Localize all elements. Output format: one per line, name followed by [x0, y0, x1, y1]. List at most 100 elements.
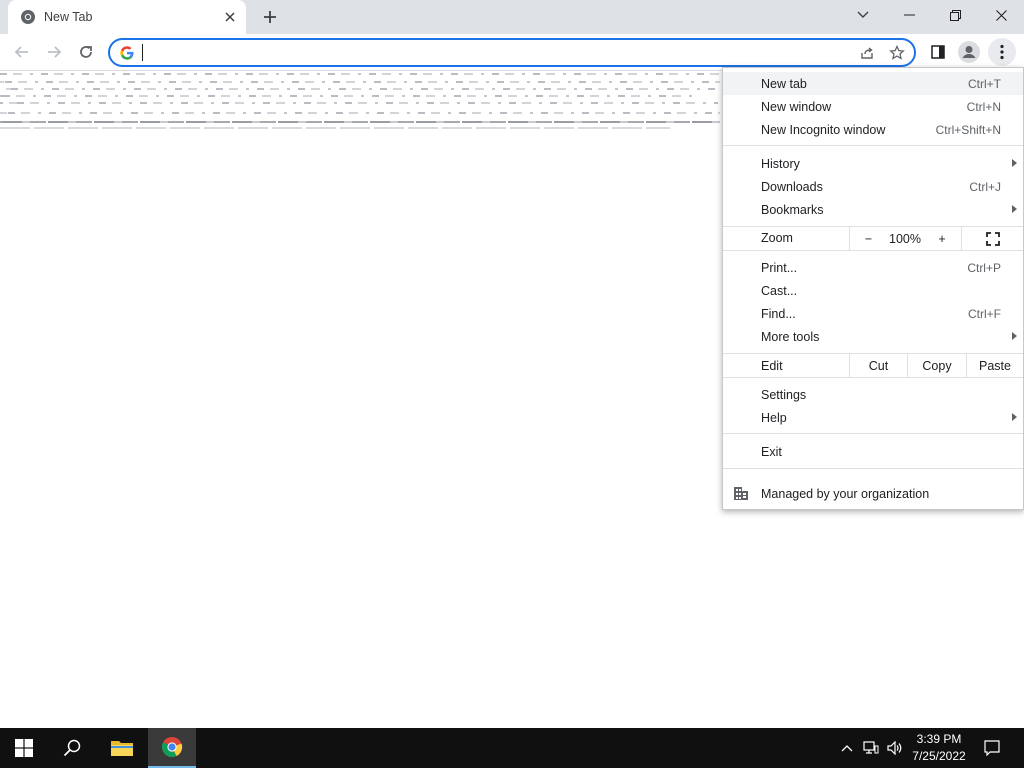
- tab-search-icon[interactable]: [840, 0, 886, 30]
- zoom-out-button[interactable]: −: [849, 227, 887, 250]
- menu-item-shortcut: Ctrl+P: [967, 260, 1001, 275]
- menu-item-label: Exit: [761, 444, 782, 459]
- menu-item-cast[interactable]: Cast...: [723, 279, 1023, 302]
- copy-label: Copy: [922, 358, 952, 373]
- menu-item-label: Cast...: [761, 283, 798, 298]
- menu-item-more-tools[interactable]: More tools: [723, 325, 1023, 348]
- cut-label: Cut: [868, 358, 889, 373]
- rendering-artifact: [0, 71, 722, 131]
- close-window-button[interactable]: [978, 0, 1024, 30]
- menu-separator: [723, 377, 1023, 378]
- chrome-icon: [161, 737, 183, 758]
- menu-item-label: Help: [761, 410, 787, 425]
- bookmark-star-icon[interactable]: [887, 43, 907, 63]
- menu-item-new-incognito[interactable]: New Incognito window Ctrl+Shift+N: [723, 118, 1023, 141]
- notification-icon: [984, 740, 1000, 756]
- zoom-label: Zoom: [761, 231, 793, 245]
- edit-row: Edit Cut Copy Paste: [723, 354, 1023, 377]
- menu-item-label: Bookmarks: [761, 202, 824, 217]
- menu-item-shortcut: Ctrl+Shift+N: [935, 122, 1001, 137]
- zoom-minus-label: −: [864, 231, 873, 246]
- menu-item-label: Print...: [761, 260, 798, 275]
- text-caret: [142, 44, 143, 61]
- file-explorer-button[interactable]: [98, 728, 146, 768]
- menu-item-help[interactable]: Help: [723, 406, 1023, 429]
- fullscreen-icon: [985, 231, 1000, 246]
- menu-item-new-tab[interactable]: New tab Ctrl+T: [723, 72, 1023, 95]
- volume-icon[interactable]: [884, 728, 906, 768]
- menu-item-label: Find...: [761, 306, 796, 321]
- close-tab-icon[interactable]: [220, 7, 240, 27]
- submenu-arrow-icon: [1012, 332, 1017, 340]
- menu-separator: [723, 433, 1023, 434]
- toolbar: [0, 34, 1024, 71]
- menu-item-history[interactable]: History: [723, 152, 1023, 175]
- menu-item-label: New window: [761, 99, 832, 114]
- menu-separator: [723, 250, 1023, 251]
- zoom-plus-label: +: [938, 231, 946, 246]
- side-panel-icon[interactable]: [924, 38, 952, 66]
- copy-button[interactable]: Copy: [907, 354, 966, 377]
- chrome-taskbar-button[interactable]: [148, 728, 196, 768]
- chrome-menu: New tab Ctrl+T New window Ctrl+N New Inc…: [722, 67, 1024, 510]
- edit-label: Edit: [761, 359, 783, 373]
- zoom-row: Zoom − 100% +: [723, 227, 1023, 250]
- menu-item-shortcut: Ctrl+T: [968, 76, 1001, 91]
- menu-item-shortcut: Ctrl+N: [966, 99, 1001, 114]
- building-icon: [733, 485, 749, 501]
- menu-item-shortcut: Ctrl+J: [969, 179, 1001, 194]
- menu-item-shortcut: Ctrl+F: [968, 306, 1001, 321]
- chrome-icon: [20, 9, 36, 25]
- zoom-level: 100%: [887, 227, 923, 250]
- menu-item-find[interactable]: Find... Ctrl+F: [723, 302, 1023, 325]
- back-button[interactable]: [8, 38, 36, 66]
- menu-item-label: History: [761, 156, 800, 171]
- tab-new-tab[interactable]: New Tab: [8, 0, 246, 34]
- zoom-in-button[interactable]: +: [923, 227, 961, 250]
- submenu-arrow-icon: [1012, 413, 1017, 421]
- omnibox-input[interactable]: [142, 42, 842, 63]
- clock-time: 3:39 PM: [916, 732, 962, 746]
- search-button[interactable]: [48, 728, 96, 768]
- taskbar: 3:39 PM 7/25/2022: [0, 728, 1024, 768]
- paste-label: Paste: [979, 358, 1011, 373]
- menu-item-print[interactable]: Print... Ctrl+P: [723, 256, 1023, 279]
- forward-button[interactable]: [40, 38, 68, 66]
- profile-avatar[interactable]: [955, 38, 983, 66]
- address-bar[interactable]: [108, 38, 916, 67]
- fullscreen-button[interactable]: [961, 227, 1023, 250]
- cut-button[interactable]: Cut: [849, 354, 907, 377]
- system-clock[interactable]: 3:39 PM 7/25/2022: [904, 731, 974, 765]
- submenu-arrow-icon: [1012, 159, 1017, 167]
- zoom-level-value: 100%: [889, 231, 921, 246]
- submenu-arrow-icon: [1012, 205, 1017, 213]
- menu-item-settings[interactable]: Settings: [723, 383, 1023, 406]
- menu-item-new-window[interactable]: New window Ctrl+N: [723, 95, 1023, 118]
- restore-button[interactable]: [932, 0, 978, 30]
- start-button[interactable]: [0, 728, 48, 768]
- windows-icon: [15, 739, 33, 757]
- menu-item-label: New tab: [761, 76, 807, 91]
- tab-strip: New Tab: [0, 0, 1024, 34]
- chrome-menu-button[interactable]: [988, 38, 1016, 66]
- chevron-up-icon[interactable]: [836, 728, 858, 768]
- new-tab-button[interactable]: [258, 6, 282, 28]
- folder-icon: [111, 741, 133, 756]
- menu-item-label: New Incognito window: [761, 122, 886, 137]
- menu-item-bookmarks[interactable]: Bookmarks: [723, 198, 1023, 221]
- clock-date: 7/25/2022: [912, 749, 966, 763]
- network-icon[interactable]: [860, 728, 882, 768]
- menu-separator: [723, 145, 1023, 146]
- menu-item-label: Settings: [761, 387, 807, 402]
- reload-button[interactable]: [72, 38, 100, 66]
- menu-item-exit[interactable]: Exit: [723, 440, 1023, 463]
- paste-button[interactable]: Paste: [966, 354, 1023, 377]
- minimize-button[interactable]: [886, 0, 932, 30]
- menu-item-label: More tools: [761, 329, 820, 344]
- google-icon: [119, 45, 135, 61]
- tab-title: New Tab: [44, 10, 93, 24]
- notification-button[interactable]: [978, 728, 1006, 768]
- share-icon[interactable]: [857, 43, 877, 63]
- managed-by-org-item[interactable]: Managed by your organization: [723, 478, 1023, 509]
- menu-item-downloads[interactable]: Downloads Ctrl+J: [723, 175, 1023, 198]
